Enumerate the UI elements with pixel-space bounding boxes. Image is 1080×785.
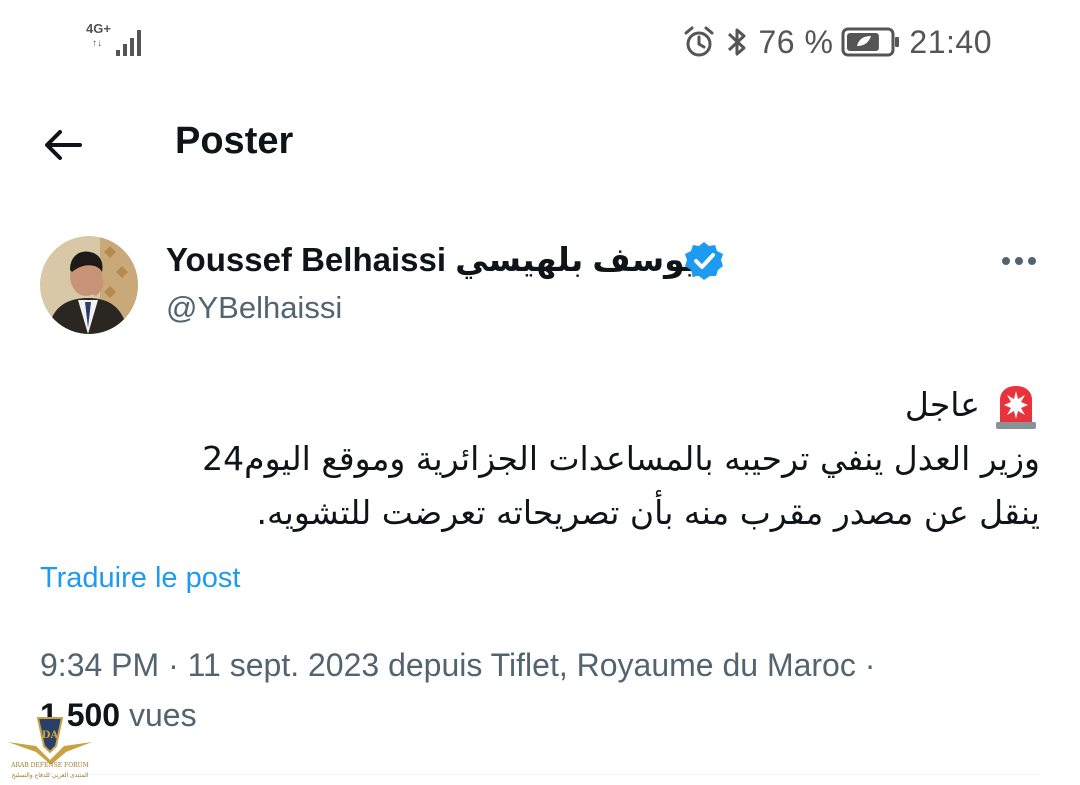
back-button[interactable] <box>40 122 86 168</box>
bluetooth-icon <box>728 28 746 56</box>
more-options-button[interactable] <box>996 244 1046 278</box>
watermark-subtext: المنتدى العربي للدفاع والتسليح <box>11 772 89 779</box>
signal-indicator: 4G+ ↑↓ <box>86 22 146 58</box>
divider <box>40 774 1040 775</box>
network-activity: ↑↓ <box>92 38 102 49</box>
views-label: vues <box>120 697 197 733</box>
clock: 21:40 <box>909 23 992 60</box>
status-bar: 4G+ ↑↓ 76 % 21:40 <box>0 0 1080 82</box>
battery-icon <box>841 27 900 57</box>
tweet-line-3: ينقل عن مصدر مقرب منه بأن تصريحاته تعرضت… <box>256 493 1040 532</box>
verified-badge <box>683 240 725 282</box>
tweet-meta: 9:34 PM · 11 sept. 2023 depuis Tiflet, R… <box>40 640 900 740</box>
alarm-icon <box>684 26 714 57</box>
page-title: Poster <box>175 120 294 162</box>
rotating-light-icon <box>996 385 1036 429</box>
translate-post-link[interactable]: Traduire le post <box>40 562 240 595</box>
watermark-text: ARAB DEFENSE FORUM <box>11 762 89 769</box>
svg-text:DA: DA <box>42 730 59 741</box>
author-name[interactable]: Youssef Belhaissi يوسف بلهيسي <box>166 240 697 279</box>
top-bar: Poster <box>0 100 1080 188</box>
more-horizontal-icon <box>1002 257 1036 265</box>
verified-icon <box>685 242 723 280</box>
tweet-datetime-location[interactable]: 9:34 PM · 11 sept. 2023 depuis Tiflet, R… <box>40 647 875 683</box>
tweet-line-1-text: عاجل <box>904 385 980 424</box>
avatar[interactable] <box>40 236 138 334</box>
signal-icon <box>116 30 141 56</box>
battery-percent: 76 % <box>758 23 834 60</box>
avatar-image <box>40 236 138 334</box>
author-handle[interactable]: @YBelhaissi <box>166 290 342 326</box>
tweet-line-2: وزير العدل ينفي ترحيبه بالمساعدات الجزائ… <box>202 439 1040 478</box>
forum-logo-icon: DA <box>8 717 92 764</box>
tweet-line-1: عاجل <box>40 378 1040 432</box>
status-right-group: 76 % 21:40 <box>682 22 992 62</box>
tweet-text: عاجل وزير العدل ينفي ترحيبه بالمساعدات ا… <box>40 378 1040 540</box>
arrow-left-icon <box>45 130 82 160</box>
